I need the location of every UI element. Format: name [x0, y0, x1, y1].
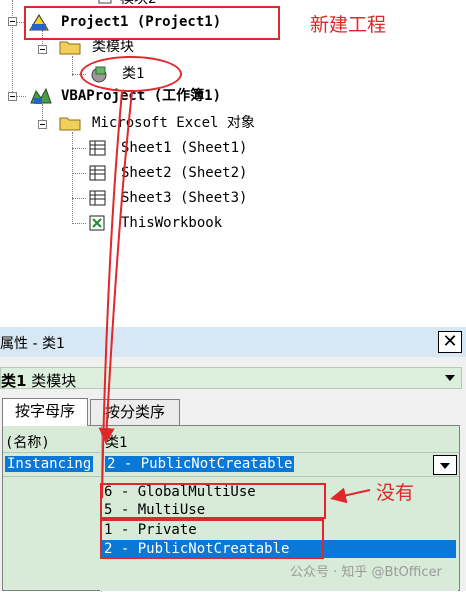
arrow-to-missing-box: [330, 487, 371, 504]
arrow-to-dropdown: [101, 91, 123, 499]
tab-alphabetic[interactable]: 按字母序: [2, 398, 88, 426]
tab-label: 按字母序: [14, 402, 75, 420]
annotation-arrows: [98, 91, 371, 504]
watermark: 公众号 · 知乎 @BtOfficer: [290, 565, 442, 580]
